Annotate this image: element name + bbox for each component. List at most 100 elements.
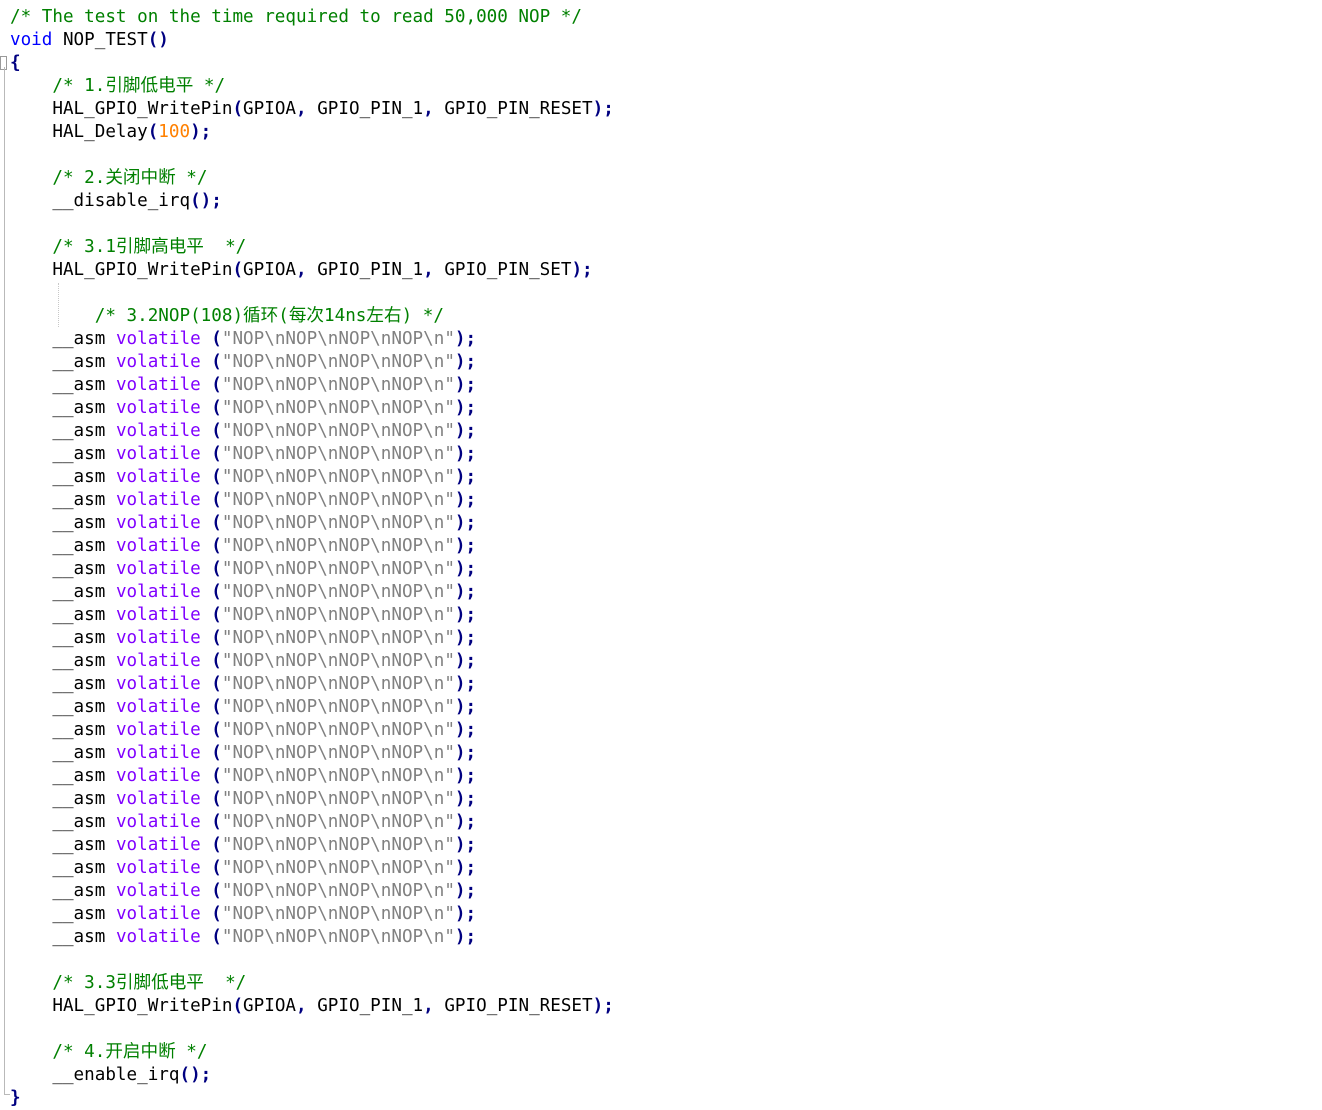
code-line[interactable]: __asm volatile ("NOP\nNOP\nNOP\nNOP\n"); <box>10 466 476 489</box>
code-token-op: (); <box>190 191 222 211</box>
code-token-comment: /* The test on the time required to read… <box>10 7 582 27</box>
code-line[interactable]: __asm volatile ("NOP\nNOP\nNOP\nNOP\n"); <box>10 627 476 650</box>
code-editor[interactable]: /* The test on the time required to read… <box>0 6 1322 1110</box>
code-token-string: "NOP\nNOP\nNOP\nNOP\n" <box>221 858 455 878</box>
code-line[interactable]: HAL_GPIO_WritePin(GPIOA, GPIO_PIN_1, GPI… <box>10 98 613 121</box>
code-line[interactable]: __asm volatile ("NOP\nNOP\nNOP\nNOP\n"); <box>10 535 476 558</box>
code-token-op: , <box>296 260 307 280</box>
code-token-plain: HAL_Delay <box>10 122 148 142</box>
code-token-op: , <box>423 99 434 119</box>
code-line[interactable]: __asm volatile ("NOP\nNOP\nNOP\nNOP\n"); <box>10 857 476 880</box>
code-line[interactable]: __asm volatile ("NOP\nNOP\nNOP\nNOP\n"); <box>10 420 476 443</box>
code-line[interactable]: /* 3.3引脚低电平 */ <box>10 972 246 995</box>
code-token-op: , <box>423 260 434 280</box>
code-token-op: ); <box>454 559 477 579</box>
code-token-volatile: volatile <box>115 881 201 901</box>
code-line[interactable]: /* 2.关闭中断 */ <box>10 167 208 190</box>
code-line[interactable]: HAL_Delay(100); <box>10 121 211 144</box>
code-line[interactable]: __asm volatile ("NOP\nNOP\nNOP\nNOP\n"); <box>10 604 476 627</box>
code-line[interactable]: HAL_GPIO_WritePin(GPIOA, GPIO_PIN_1, GPI… <box>10 995 613 1018</box>
code-line[interactable]: __disable_irq(); <box>10 190 222 213</box>
code-line[interactable]: __asm volatile ("NOP\nNOP\nNOP\nNOP\n"); <box>10 351 476 374</box>
code-line[interactable]: __asm volatile ("NOP\nNOP\nNOP\nNOP\n"); <box>10 581 476 604</box>
code-token-comment: /* 2.关闭中断 */ <box>52 168 208 188</box>
code-line[interactable]: __asm volatile ("NOP\nNOP\nNOP\nNOP\n"); <box>10 926 476 949</box>
code-line[interactable]: /* 3.1引脚高电平 */ <box>10 236 246 259</box>
code-token-op: ( <box>211 582 222 602</box>
code-token-volatile: volatile <box>115 812 201 832</box>
code-line[interactable]: __asm volatile ("NOP\nNOP\nNOP\nNOP\n"); <box>10 673 476 696</box>
code-line[interactable]: /* 4.开启中断 */ <box>10 1041 207 1064</box>
code-token-volatile: volatile <box>115 904 201 924</box>
code-token-string: "NOP\nNOP\nNOP\nNOP\n" <box>221 927 455 947</box>
code-token-volatile: volatile <box>115 375 201 395</box>
code-line[interactable]: __asm volatile ("NOP\nNOP\nNOP\nNOP\n"); <box>10 650 476 673</box>
code-line[interactable]: __enable_irq(); <box>10 1064 211 1087</box>
code-line[interactable]: __asm volatile ("NOP\nNOP\nNOP\nNOP\n"); <box>10 558 476 581</box>
code-line[interactable]: /* The test on the time required to read… <box>10 6 582 29</box>
code-token-volatile: volatile <box>115 421 201 441</box>
code-token-plain: __enable_irq <box>10 1065 180 1085</box>
code-token-plain: GPIOA <box>243 99 297 119</box>
code-token-op: , <box>423 996 434 1016</box>
code-token-volatile: volatile <box>115 674 201 694</box>
code-token-plain: __asm <box>10 720 116 740</box>
code-token-volatile: volatile <box>115 467 201 487</box>
code-line[interactable]: __asm volatile ("NOP\nNOP\nNOP\nNOP\n"); <box>10 811 476 834</box>
code-token-op: () <box>147 30 169 50</box>
code-token-volatile: volatile <box>115 582 201 602</box>
code-token-op: ( <box>211 766 222 786</box>
code-token-op: ( <box>211 858 222 878</box>
code-line[interactable]: __asm volatile ("NOP\nNOP\nNOP\nNOP\n"); <box>10 489 476 512</box>
code-token-plain: NOP_TEST <box>52 30 148 50</box>
code-token-op: ); <box>454 720 477 740</box>
code-line[interactable]: __asm volatile ("NOP\nNOP\nNOP\nNOP\n"); <box>10 374 476 397</box>
code-line[interactable]: __asm volatile ("NOP\nNOP\nNOP\nNOP\n"); <box>10 903 476 926</box>
code-line[interactable]: /* 3.2NOP(108)循环(每次14ns左右) */ <box>10 305 444 328</box>
code-line[interactable]: __asm volatile ("NOP\nNOP\nNOP\nNOP\n"); <box>10 742 476 765</box>
code-token-op: ); <box>454 858 477 878</box>
code-line[interactable]: __asm volatile ("NOP\nNOP\nNOP\nNOP\n"); <box>10 834 476 857</box>
code-token-plain: HAL_GPIO_WritePin <box>10 99 233 119</box>
code-token-op: ); <box>454 421 477 441</box>
code-line[interactable]: { <box>10 52 21 75</box>
code-line[interactable]: HAL_GPIO_WritePin(GPIOA, GPIO_PIN_1, GPI… <box>10 259 592 282</box>
code-line[interactable]: __asm volatile ("NOP\nNOP\nNOP\nNOP\n"); <box>10 719 476 742</box>
code-token-op: , <box>296 99 307 119</box>
code-line[interactable]: __asm volatile ("NOP\nNOP\nNOP\nNOP\n"); <box>10 397 476 420</box>
code-token-op: ( <box>232 99 244 119</box>
code-token-volatile: volatile <box>115 766 201 786</box>
code-token-string: "NOP\nNOP\nNOP\nNOP\n" <box>221 720 455 740</box>
code-token-volatile: volatile <box>115 651 201 671</box>
code-token-plain: GPIO_PIN_1 <box>306 99 424 119</box>
code-line[interactable]: void NOP_TEST() <box>10 29 169 52</box>
code-token-op: ); <box>454 743 477 763</box>
code-line[interactable]: __asm volatile ("NOP\nNOP\nNOP\nNOP\n"); <box>10 765 476 788</box>
code-line[interactable]: __asm volatile ("NOP\nNOP\nNOP\nNOP\n"); <box>10 880 476 903</box>
code-line[interactable]: __asm volatile ("NOP\nNOP\nNOP\nNOP\n"); <box>10 328 476 351</box>
code-token-op: ( <box>211 398 222 418</box>
code-token-op: ); <box>454 766 477 786</box>
code-line[interactable]: } <box>10 1087 21 1110</box>
code-token-op: ( <box>211 352 222 372</box>
code-token-op: ( <box>211 927 222 947</box>
code-line[interactable]: /* 1.引脚低电平 */ <box>10 75 225 98</box>
code-line[interactable]: __asm volatile ("NOP\nNOP\nNOP\nNOP\n"); <box>10 788 476 811</box>
code-token-op: ); <box>454 835 477 855</box>
code-token-string: "NOP\nNOP\nNOP\nNOP\n" <box>221 812 455 832</box>
code-token-plain: __asm <box>10 858 116 878</box>
code-line[interactable]: __asm volatile ("NOP\nNOP\nNOP\nNOP\n"); <box>10 443 476 466</box>
code-token-op: } <box>10 1088 21 1108</box>
code-line[interactable]: __asm volatile ("NOP\nNOP\nNOP\nNOP\n"); <box>10 512 476 535</box>
code-line[interactable]: __asm volatile ("NOP\nNOP\nNOP\nNOP\n"); <box>10 696 476 719</box>
code-token-op: ); <box>454 927 477 947</box>
